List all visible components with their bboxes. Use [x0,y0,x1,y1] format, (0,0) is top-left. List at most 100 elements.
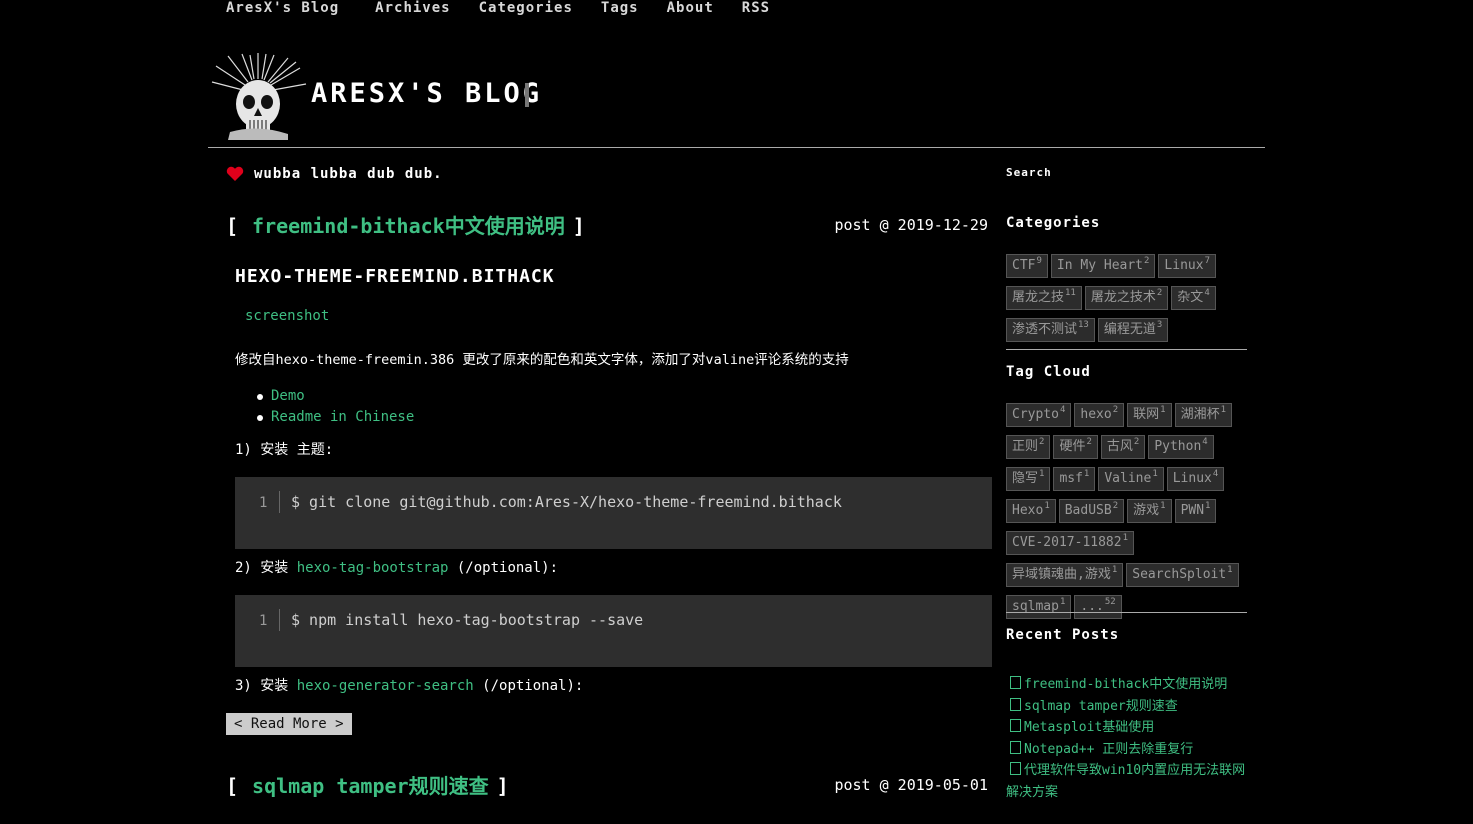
cloud-tag-count: 2 [1086,437,1092,447]
cloud-tag[interactable]: Valine1 [1098,467,1164,491]
cloud-tag[interactable]: 异域镇魂曲,游戏1 [1006,563,1124,587]
link-list: Demo Readme in Chinese [235,386,414,428]
category-tag[interactable]: 编程无道3 [1097,318,1169,342]
top-nav: AresX's Blog Archives Categories Tags Ab… [226,0,798,18]
category-tag-label: 屠龙之技 [1012,290,1065,305]
site-title[interactable]: ARESX'S BLOG [311,78,542,109]
tag-cloud: Crypto4 hexo2 联网1 湖湘杯1 正则2 硬件2 古风2 Python4 隐写1 ms… [1006,403,1247,627]
cloud-tag[interactable]: 游戏1 [1127,499,1172,523]
post-title: [sqlmap tamper规则速查] [226,770,509,799]
recent-post-link[interactable]: Metasploit基础使用 [1006,717,1247,739]
list-item: Readme in Chinese [235,407,414,428]
cloud-tag-count: 1 [1083,469,1090,479]
recent-post-link[interactable]: sqlmap tamper规则速查 [1006,696,1247,718]
readme-chinese-link[interactable]: Readme in Chinese [271,409,414,425]
hexo-generator-search-link[interactable]: hexo-generator-search [297,678,474,694]
post-title-link[interactable]: sqlmap tamper规则速查 [252,774,489,798]
category-tag[interactable]: 渗透不测试13 [1006,318,1095,342]
recent-post-title: freemind-bithack中文使用说明 [1024,677,1228,692]
cloud-tag[interactable]: 湖湘杯1 [1174,403,1232,427]
cloud-tag[interactable]: Python4 [1148,435,1214,459]
cloud-tag[interactable]: SearchSploit1 [1126,563,1239,587]
step-suffix: (/optional): [473,678,584,694]
cloud-tag[interactable]: 古风2 [1100,435,1146,459]
cloud-tag-label: PWN [1180,503,1205,518]
recent-post-link[interactable]: freemind-bithack中文使用说明 [1006,674,1247,696]
categories-title: Categories [1006,215,1101,231]
nav-about-link[interactable]: About [667,0,714,18]
cloud-tag[interactable]: Linux4 [1166,467,1225,491]
step-prefix: 2) 安装 [235,560,297,576]
nav-categories-link[interactable]: Categories [479,0,573,18]
cloud-tag[interactable]: 硬件2 [1053,435,1098,459]
cloud-tag-count: 1 [1059,597,1066,607]
post-date: post @ 2019-05-01 [834,776,988,794]
cloud-tag-label: 异域镇魂曲,游戏 [1012,567,1111,582]
step-install-theme: 1) 安装 主题: [235,442,334,458]
cloud-tag-count: 4 [1212,469,1219,479]
category-tag-count: 11 [1065,288,1076,298]
category-tag-label: Linux [1164,258,1204,273]
skull-mohawk-icon[interactable] [208,52,310,140]
category-tag-count: 3 [1156,320,1163,330]
category-tag-count: 4 [1204,288,1210,298]
screenshot-link[interactable]: screenshot [245,308,329,324]
cloud-tag-label: SearchSploit [1132,567,1227,582]
hexo-tag-bootstrap-link[interactable]: hexo-tag-bootstrap [297,560,449,576]
title-cursor [525,83,529,107]
cloud-tag[interactable]: PWN1 [1174,499,1217,523]
cloud-tag[interactable]: 正则2 [1006,435,1051,459]
step-install-bootstrap: 2) 安装 hexo-tag-bootstrap (/optional): [235,557,558,577]
readme-heading: HEXO-THEME-FREEMIND.BITHACK [235,266,555,287]
code-gutter-divider [279,609,280,631]
cloud-tag[interactable]: BadUSB2 [1058,499,1125,523]
cloud-tag-label: 隐写 [1012,471,1039,486]
slogan-text: wubba lubba dub dub. [254,166,443,182]
nav-rss-link[interactable]: RSS [742,0,770,18]
step-suffix: (/optional): [448,560,559,576]
nav-archives-link[interactable]: Archives [375,0,450,18]
code-gutter-divider [279,491,280,513]
category-tag-count: 2 [1144,256,1150,266]
cloud-tag[interactable]: ...52 [1074,595,1122,619]
post-title-link[interactable]: freemind-bithack中文使用说明 [252,214,565,238]
category-tag[interactable]: CTF9 [1006,254,1048,278]
cloud-tag-label: 联网 [1133,407,1160,422]
file-icon [1010,740,1021,754]
tagcloud-title: Tag Cloud [1006,364,1091,380]
code-line-number: 1 [259,495,268,511]
cloud-tag[interactable]: CVE-2017-118821 [1006,531,1134,555]
demo-link[interactable]: Demo [271,388,305,404]
recent-post-link[interactable]: Notepad++ 正则去除重复行 [1006,739,1247,761]
category-tag-label: CTF [1012,258,1036,273]
nav-home-link[interactable]: AresX's Blog [226,0,339,18]
cloud-tag-label: msf [1059,471,1083,486]
cloud-tag[interactable]: sqlmap1 [1006,595,1072,619]
cloud-tag[interactable]: Crypto4 [1006,403,1072,427]
category-tag[interactable]: 屠龙之技11 [1006,286,1082,310]
cloud-tag-label: 游戏 [1133,503,1160,518]
cloud-tag[interactable]: 隐写1 [1006,467,1051,491]
category-tag[interactable]: 杂文4 [1171,286,1216,310]
post-title: [freemind-bithack中文使用说明] [226,210,585,239]
cloud-tag[interactable]: hexo2 [1074,403,1125,427]
bracket-close: ] [496,774,509,798]
nav-tags-link[interactable]: Tags [601,0,639,18]
cloud-tag-label: hexo [1080,407,1112,422]
cloud-tag-label: Python [1154,439,1202,454]
post-description: 修改自hexo-theme-freemin.386 更改了原来的配色和英文字体，… [235,352,849,368]
bracket-open: [ [226,214,239,238]
category-tag[interactable]: In My Heart2 [1050,254,1156,278]
cloud-tag[interactable]: 联网1 [1127,403,1172,427]
category-tag-label: 渗透不测试 [1012,322,1078,337]
post-date: post @ 2019-12-29 [834,216,988,234]
search-label[interactable]: Search [1006,166,1052,179]
category-tag-label: 编程无道 [1103,322,1156,337]
category-tag[interactable]: 屠龙之技术2 [1084,286,1169,310]
category-tag[interactable]: Linux7 [1158,254,1216,278]
cloud-tag[interactable]: Hexo1 [1006,499,1056,523]
code-text: $ git clone git@github.com:Ares-X/hexo-t… [291,493,842,511]
cloud-tag[interactable]: msf1 [1053,467,1096,491]
read-more-button[interactable]: < Read More > [226,713,352,735]
recent-post-link[interactable]: 代理软件导致win10内置应用无法联网解决方案 [1006,760,1247,803]
